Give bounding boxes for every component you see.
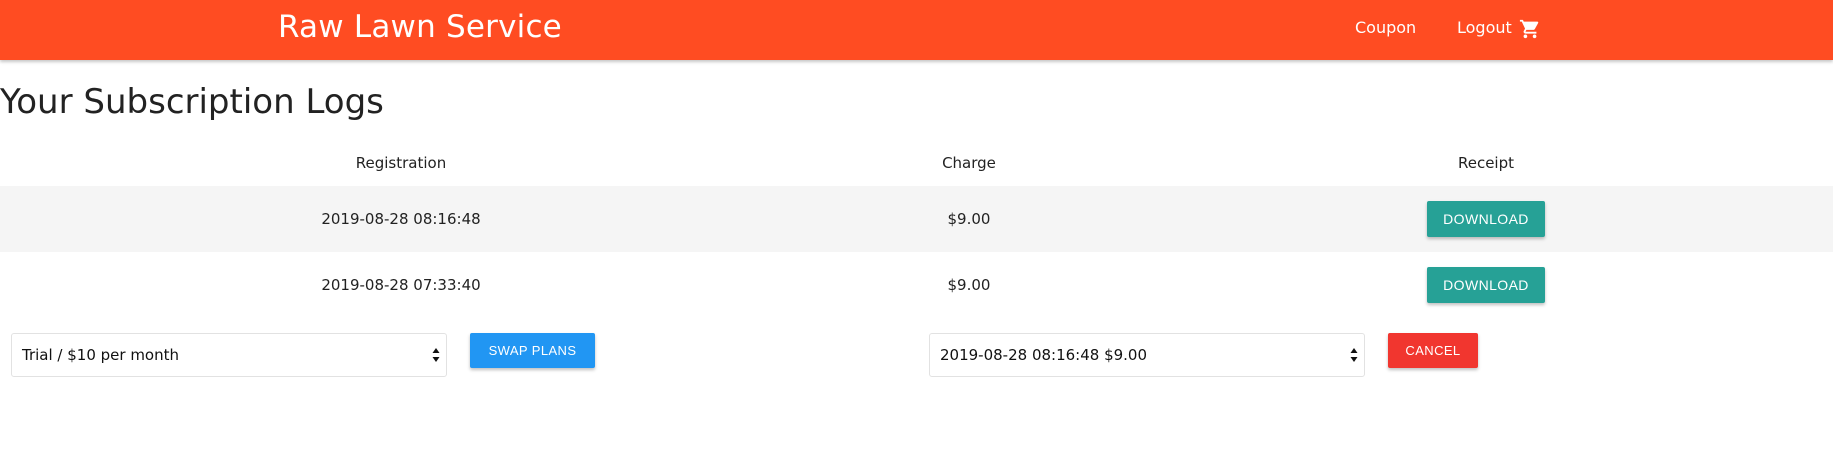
- subscription-log-table: Registration Charge Receipt 2019-08-28 0…: [0, 140, 1833, 318]
- plan-select[interactable]: Trial / $10 per month: [11, 333, 447, 377]
- receipt-cell: DOWNLOAD: [1136, 186, 1833, 252]
- registration-cell: 2019-08-28 07:33:40: [321, 276, 481, 294]
- header-registration: Registration: [355, 154, 447, 172]
- swap-plans-button[interactable]: SWAP PLANS: [470, 333, 595, 368]
- brand-title[interactable]: Raw Lawn Service: [278, 9, 562, 45]
- cart-icon[interactable]: [1519, 18, 1541, 40]
- table-row: 2019-08-28 08:16:48 $9.00 DOWNLOAD: [0, 186, 1833, 252]
- select-arrows-icon: [432, 348, 440, 362]
- receipt-cell: DOWNLOAD: [1136, 252, 1833, 318]
- page-title: Your Subscription Logs: [0, 82, 384, 122]
- cancel-button[interactable]: CANCEL: [1388, 333, 1478, 368]
- nav-logout-link[interactable]: Logout: [1457, 18, 1512, 37]
- table-header-row: Registration Charge Receipt: [0, 140, 1833, 186]
- subscription-controls: Trial / $10 per month SWAP PLANS 2019-08…: [0, 333, 1833, 379]
- cart-icon-svg: [1519, 19, 1539, 39]
- table-row: 2019-08-28 07:33:40 $9.00 DOWNLOAD: [0, 252, 1833, 318]
- registration-cell: 2019-08-28 08:16:48: [321, 210, 481, 228]
- select-arrows-icon: [1350, 348, 1358, 362]
- header-charge: Charge: [942, 154, 996, 172]
- charge-select[interactable]: 2019-08-28 08:16:48 $9.00: [929, 333, 1365, 377]
- charge-select-value: 2019-08-28 08:16:48 $9.00: [940, 346, 1148, 364]
- download-button[interactable]: DOWNLOAD: [1427, 201, 1545, 237]
- charge-cell: $9.00: [947, 276, 991, 294]
- charge-cell: $9.00: [947, 210, 991, 228]
- top-navbar: Raw Lawn Service Coupon Logout: [0, 0, 1833, 60]
- plan-select-value: Trial / $10 per month: [22, 346, 180, 364]
- download-button[interactable]: DOWNLOAD: [1427, 267, 1545, 303]
- nav-coupon-link[interactable]: Coupon: [1355, 18, 1416, 37]
- header-receipt: Receipt: [1457, 154, 1515, 172]
